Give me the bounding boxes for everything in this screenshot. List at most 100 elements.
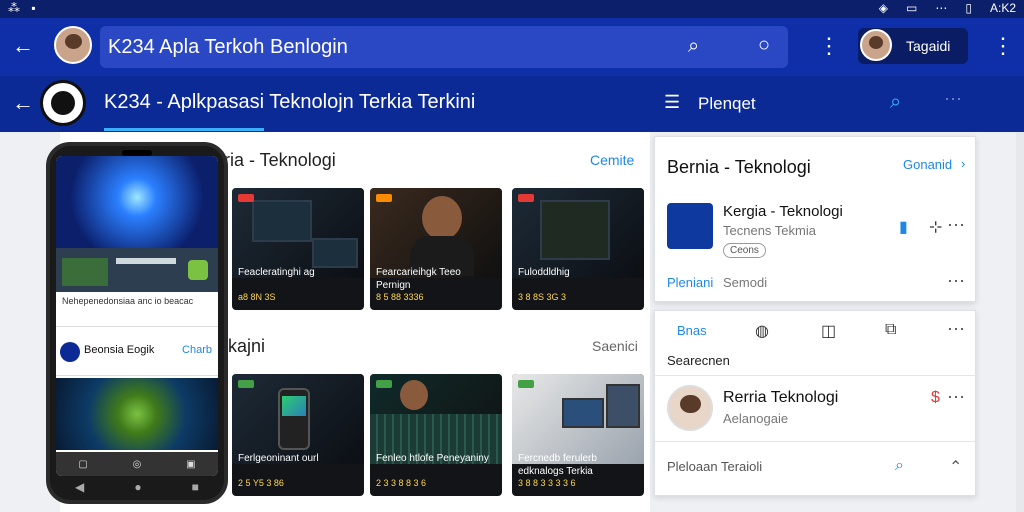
card-image-logo bbox=[282, 396, 306, 416]
bookmark-icon[interactable]: ◫ bbox=[821, 321, 836, 341]
card-title: Fearcarieihgk Teeo Pernign bbox=[376, 267, 461, 291]
app-back-icon[interactable]: ← bbox=[12, 92, 34, 114]
phone-hero-image bbox=[56, 156, 218, 248]
item-more-icon[interactable]: ⋯ bbox=[947, 215, 966, 236]
menu-icon[interactable]: ☰ bbox=[664, 93, 680, 111]
battery-icon: ▯ bbox=[965, 1, 972, 15]
card-meta: 3 8 8S 3G 3 bbox=[518, 292, 567, 302]
person-more-icon[interactable]: ⋯ bbox=[947, 387, 966, 408]
phone-card[interactable]: Beonsia Eogik Charb bbox=[56, 326, 218, 376]
right-card-secondary: Bnas ◍ ◫ ⧉ ⋯ Searecnen Rerria Teknologi … bbox=[654, 310, 977, 496]
stats-icon[interactable]: ▮ bbox=[899, 217, 908, 237]
card-title: Fuloddldhig bbox=[518, 267, 570, 278]
content-card[interactable]: Ferlgeoninant ourl 2 5 Y5 3 86 bbox=[232, 374, 364, 496]
app-more-icon[interactable]: ⋯ bbox=[944, 90, 962, 108]
user-avatar[interactable] bbox=[54, 26, 92, 64]
phone-nav-game-icon[interactable]: ◎ bbox=[133, 459, 142, 470]
phone-system-nav: ◀ ● ■ bbox=[50, 480, 224, 494]
card-tag bbox=[238, 380, 254, 388]
card-title: Ferlgeoninant ourl bbox=[238, 453, 319, 464]
person-title[interactable]: Rerria Teknologi bbox=[723, 389, 838, 407]
overflow-menu-icon[interactable]: ⋮ bbox=[818, 35, 840, 57]
card-image-laptop bbox=[562, 398, 604, 428]
share-icon[interactable]: ⊹ bbox=[929, 217, 942, 237]
lens-icon[interactable]: ○ bbox=[758, 35, 770, 55]
divider bbox=[655, 441, 977, 442]
phone-card-link[interactable]: Charb bbox=[182, 344, 212, 356]
card-meta: 8 5 88 3336 bbox=[376, 292, 424, 302]
content-card[interactable]: Fenleo htlofe Peneyaniny 2 3 3 8 8 3 6 bbox=[370, 374, 502, 496]
status-bar: ⁂ ▪ ◈ ▭ ⋯ ▯ A:K2 bbox=[0, 0, 1024, 18]
app-search-icon[interactable]: ⌕ bbox=[890, 92, 901, 112]
chevron-up-icon[interactable]: ⌃ bbox=[949, 457, 962, 477]
phone-strip-text bbox=[116, 258, 176, 264]
right-card-primary: Bernia - Teknologi Gonanid › Kergia - Te… bbox=[654, 136, 976, 302]
content-card[interactable]: Feacleratinghi ag a8 8N 3S bbox=[232, 188, 364, 310]
card-meta: 3 8 8 3 3 3 3 6 bbox=[518, 478, 576, 488]
copy-icon[interactable]: ⧉ bbox=[885, 321, 896, 339]
phone-back-icon[interactable]: ◀ bbox=[75, 480, 84, 494]
right-card-title: Bernia - Teknologi bbox=[667, 157, 811, 177]
card-tag bbox=[238, 194, 254, 202]
card-meta: a8 8N 3S bbox=[238, 292, 276, 302]
divider bbox=[655, 375, 977, 376]
back-arrow-icon[interactable]: ← bbox=[12, 35, 34, 57]
phone-bottom-nav: ▢ ◎ ▣ bbox=[56, 452, 218, 476]
item-badge: Ceons bbox=[723, 243, 766, 258]
card-image-monitor bbox=[540, 200, 610, 260]
content-card[interactable]: Fearcarieihgk Teeo Pernign 8 5 88 3336 bbox=[370, 188, 502, 310]
search-icon[interactable]: ⌕ bbox=[688, 36, 699, 56]
card-image-laptop bbox=[312, 238, 358, 268]
search-input[interactable] bbox=[108, 26, 668, 68]
person-subtitle: Aelanogaie bbox=[723, 411, 789, 426]
top-more-icon[interactable]: ⋮ bbox=[992, 35, 1014, 57]
phone-recent-icon[interactable]: ■ bbox=[192, 480, 199, 494]
section-title: ria - Teknologi bbox=[224, 150, 336, 170]
phone-card-title: Beonsia Eogik bbox=[84, 344, 155, 356]
phone-nav-profile-icon[interactable]: ▣ bbox=[186, 459, 195, 470]
right-card-link[interactable]: Gonanid bbox=[903, 157, 952, 172]
toolbar-more-icon[interactable]: ⋯ bbox=[947, 319, 966, 340]
cast-icon: ◈ bbox=[878, 1, 889, 15]
app-logo bbox=[40, 80, 86, 126]
footer-text: Pleloaan Teraioli bbox=[667, 459, 763, 474]
phone-mockup: Nehepenedonsiaa anc io beacac Beonsia Eo… bbox=[46, 142, 228, 504]
menu-label[interactable]: Plenqet bbox=[698, 94, 756, 114]
card-title: Fercnedb ferulerb edknalogs Terkia bbox=[518, 453, 597, 477]
phone-feature-image bbox=[56, 378, 218, 450]
active-tab-indicator bbox=[104, 128, 264, 131]
card-meta: 2 3 3 8 8 3 6 bbox=[376, 478, 427, 488]
section-title: jkajni bbox=[224, 336, 266, 356]
phone-card-logo bbox=[60, 342, 80, 362]
section-link[interactable]: Saenici bbox=[592, 338, 638, 354]
status-left-icons: ⁂ ▪ bbox=[8, 1, 40, 15]
page-scrollbar[interactable] bbox=[1016, 132, 1024, 512]
footer-more-icon[interactable]: ⋯ bbox=[947, 271, 966, 292]
account-label: Tagaidi bbox=[906, 38, 951, 54]
phone-strip-icon bbox=[188, 260, 208, 280]
item-title[interactable]: Kergia - Teknologi bbox=[723, 203, 843, 220]
account-chip[interactable]: Tagaidi bbox=[858, 28, 968, 64]
alert-icon[interactable]: $ bbox=[931, 389, 940, 407]
phone-nav-home-icon[interactable]: ▢ bbox=[78, 459, 87, 470]
app-title: K234 - Aplkpasasi Teknolojn Terkia Terki… bbox=[104, 91, 476, 113]
search-icon[interactable]: ⌕ bbox=[895, 457, 904, 475]
tab-label[interactable]: Bnas bbox=[677, 323, 707, 338]
content-card[interactable]: Fercnedb ferulerb edknalogs Terkia 3 8 8… bbox=[512, 374, 644, 496]
card-image-person bbox=[400, 380, 428, 410]
app-bar: ← K234 - Aplkpasasi Teknolojn Terkia Ter… bbox=[0, 76, 1024, 132]
person-avatar[interactable] bbox=[667, 385, 713, 431]
status-right-text: A:K2 bbox=[989, 1, 1016, 15]
chevron-right-icon[interactable]: › bbox=[961, 156, 965, 171]
search-box[interactable]: ⌕ ○ bbox=[100, 26, 788, 68]
palette-icon[interactable]: ◍ bbox=[755, 321, 769, 341]
card-tag bbox=[518, 380, 534, 388]
footer-link[interactable]: Pleniani bbox=[667, 275, 713, 290]
card-tag bbox=[518, 194, 534, 202]
phone-home-icon[interactable]: ● bbox=[134, 480, 141, 494]
content-card[interactable]: Fuloddldhig 3 8 8S 3G 3 bbox=[512, 188, 644, 310]
item-subtitle: Tecnens Tekmia bbox=[723, 223, 816, 238]
phone-strip-thumb bbox=[62, 258, 108, 286]
card-image-person bbox=[422, 196, 462, 240]
section-link[interactable]: Cemite bbox=[590, 152, 634, 168]
